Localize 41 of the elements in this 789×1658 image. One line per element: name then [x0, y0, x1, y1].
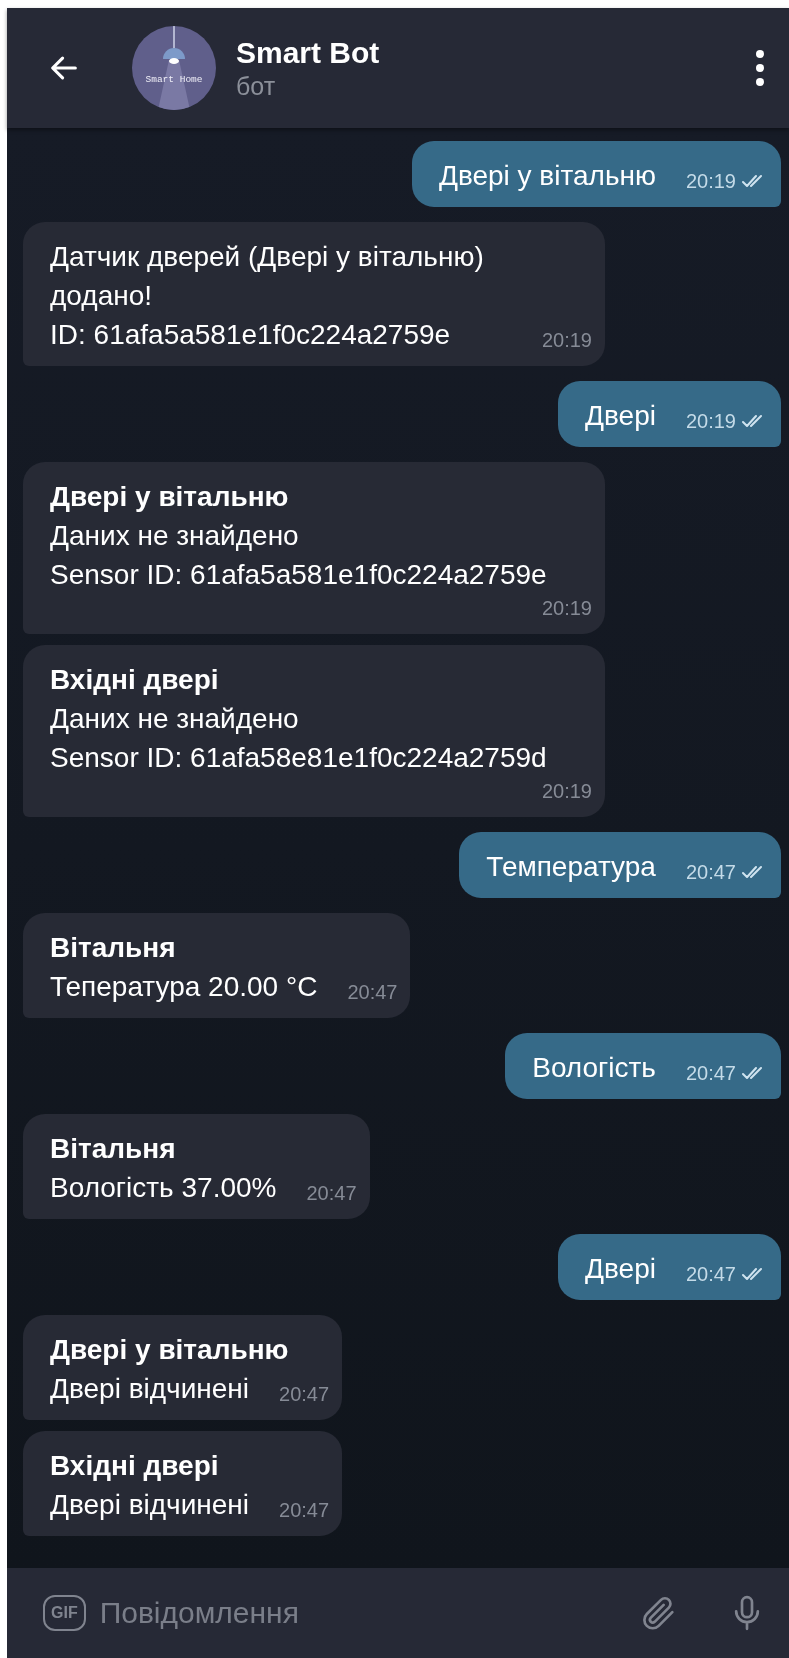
message-text: Sensor ID: 61afa5a581e1f0c224a2759e: [50, 558, 547, 592]
message-time: 20:47: [685, 1061, 736, 1086]
message-text: Вологість 37.00%: [50, 1171, 277, 1205]
message-title: Двері у вітальню: [50, 1333, 290, 1367]
message-field[interactable]: GIF Повідомлення: [7, 1568, 789, 1658]
message-text: Двері: [585, 399, 656, 433]
message-text: Вологість: [532, 1051, 656, 1085]
message-time: 20:47: [279, 1498, 330, 1523]
message-time: 20:47: [685, 1262, 736, 1287]
message-title: Вітальня: [50, 1132, 177, 1166]
message-text: Двері відчинені: [50, 1488, 250, 1522]
message-time: 20:47: [685, 860, 736, 885]
message-text: Двері: [585, 1252, 656, 1286]
chat-title: Smart Bot: [236, 35, 381, 71]
message-title: Вхідні двері: [50, 1449, 220, 1483]
menu-icon[interactable]: [755, 48, 765, 88]
message-time: 20:19: [541, 328, 592, 353]
message-title: Вітальня: [50, 931, 177, 965]
message-text: Двері у вітальню: [438, 159, 656, 193]
chat-subtitle: бот: [236, 71, 277, 101]
avatar-label: Smart Home: [144, 74, 204, 85]
message-time: 20:19: [541, 596, 592, 621]
message-input[interactable]: Повідомлення: [99, 1596, 639, 1630]
message-text: ID: 61afa5a581e1f0c224a2759e: [50, 318, 451, 352]
avatar[interactable]: Smart Home: [132, 26, 216, 110]
message-text: Даних не знайдено: [50, 702, 300, 736]
message-title: Вхідні двері: [50, 663, 220, 697]
message-text: Тепература 20.00 °C: [50, 970, 318, 1004]
message-text: Двері відчинені: [50, 1372, 250, 1406]
message-time: 20:47: [306, 1181, 357, 1206]
message-text: Температура: [486, 850, 656, 884]
message-time: 20:19: [541, 779, 592, 804]
message-time: 20:47: [279, 1382, 330, 1407]
message-time: 20:47: [347, 980, 398, 1005]
message-title: Двері у вітальню: [50, 480, 290, 514]
message-text: Даних не знайдено: [50, 519, 300, 553]
message-time: 20:19: [685, 409, 736, 434]
message-text: Датчик дверей (Двері у вітальню) додано!: [50, 240, 485, 313]
gif-button[interactable]: GIF: [43, 1595, 86, 1631]
message-text: Sensor ID: 61afa58e81e1f0c224a2759d: [50, 741, 547, 775]
message-time: 20:19: [685, 169, 736, 194]
